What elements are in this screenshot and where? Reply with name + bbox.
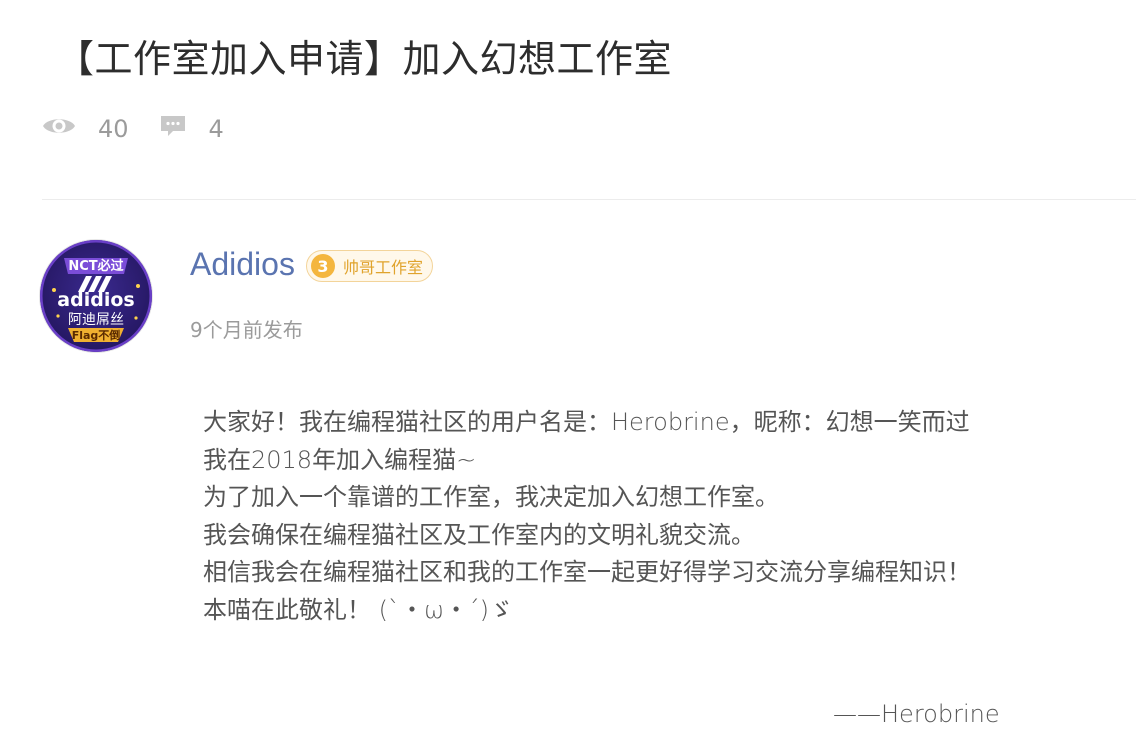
post-stats: 40 4 <box>42 112 224 146</box>
post-time: 9个月前发布 <box>190 318 303 342</box>
view-count: 40 <box>42 115 129 143</box>
avatar-middle-text: 阿迪屌丝 <box>68 312 124 328</box>
post-signature: ——Herobrine <box>833 700 1000 728</box>
post-title: 【工作室加入申请】加入幻想工作室 <box>56 37 673 81</box>
avatar-logo-text: adidios <box>57 289 134 311</box>
content-line: 我在2018年加入编程猫~ <box>203 445 477 474</box>
content-line: 相信我会在编程猫社区和我的工作室一起更好得学习交流分享编程知识！ <box>203 558 971 586</box>
header-divider <box>42 199 1136 200</box>
view-count-value: 40 <box>98 115 129 143</box>
content-line: 我会确保在编程猫社区及工作室内的文明礼貌交流。 <box>203 520 755 549</box>
comment-count: 4 <box>159 113 224 145</box>
content-line: 为了加入一个靠谱的工作室，我决定加入幻想工作室。 <box>203 483 779 511</box>
content-line: 本喵在此敬礼！ (`・ω・´)ゞ <box>203 595 514 624</box>
comment-count-value: 4 <box>208 115 224 143</box>
avatar[interactable]: NCT必过 adidios 阿迪屌丝 Flag不倒 <box>40 240 152 352</box>
content-line: 大家好！我在编程猫社区的用户名是：Herobrine，昵称：幻想一笑而过 <box>203 408 970 436</box>
level-badge-icon: 3 <box>311 254 335 278</box>
avatar-top-text: NCT必过 <box>68 258 123 274</box>
studio-badge-label: 帅哥工作室 <box>343 258 424 277</box>
studio-badge[interactable]: 3 帅哥工作室 <box>306 250 434 282</box>
avatar-bottom-text: Flag不倒 <box>72 328 121 342</box>
eye-icon <box>42 115 76 143</box>
comment-icon <box>159 113 187 145</box>
post-content: 大家好！我在编程猫社区的用户名是：Herobrine，昵称：幻想一笑而过 我在2… <box>203 404 971 629</box>
author-name-link[interactable]: Adidios <box>190 246 295 283</box>
